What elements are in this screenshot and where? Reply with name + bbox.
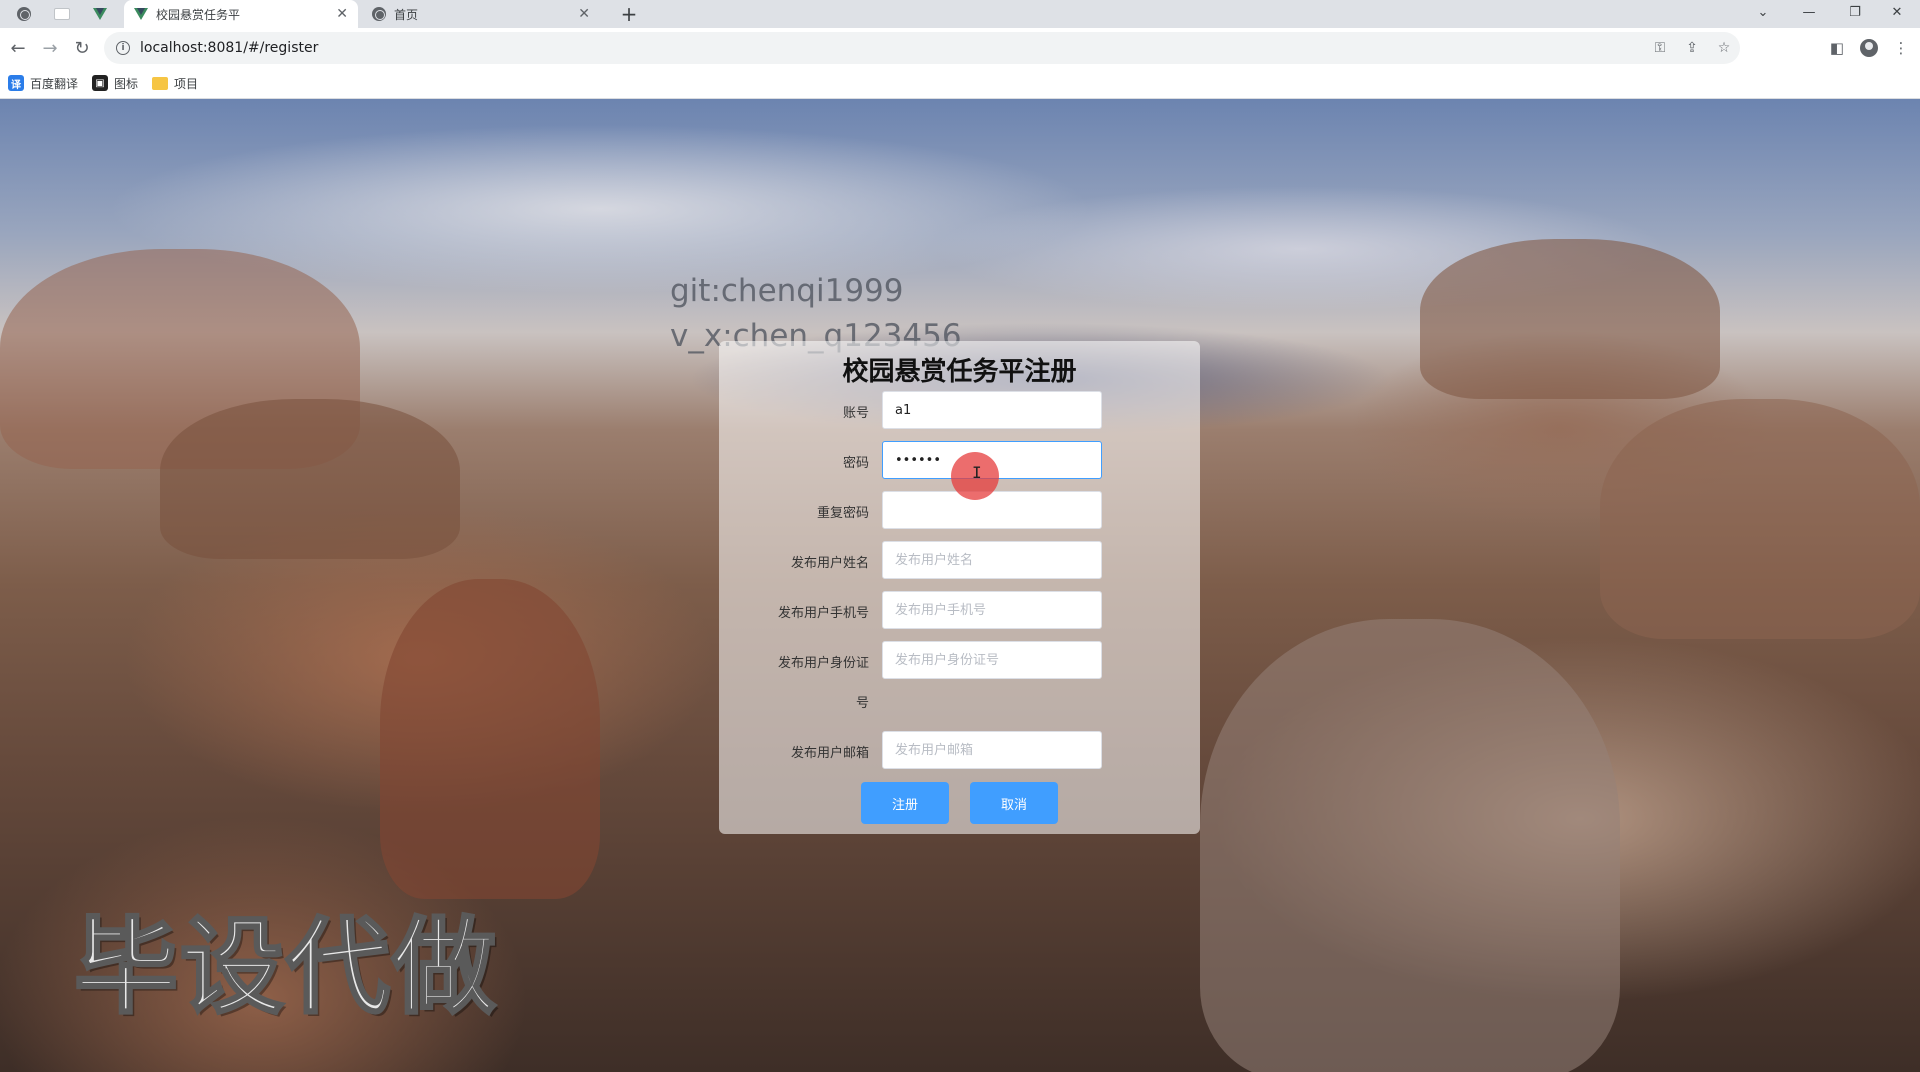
bookmark-label: 项目	[174, 76, 199, 91]
publisher-id-input[interactable]	[882, 641, 1102, 679]
background-rock	[1600, 399, 1920, 639]
tab-search-icon[interactable]: ⌄	[1740, 0, 1786, 24]
minimize-icon[interactable]: —	[1786, 0, 1832, 24]
account-input[interactable]	[882, 391, 1102, 429]
register-page: git:chenqi1999 v_x:chen_q123456 校园悬赏任务平注…	[0, 99, 1920, 1072]
publisher-name-label: 发布用户姓名	[790, 556, 869, 571]
forward-arrow-icon[interactable]: →	[38, 36, 62, 60]
close-tab-icon[interactable]: ✕	[578, 6, 590, 22]
publisher-id-label-line2: 号	[855, 696, 869, 711]
tab-strip: 校园悬赏任务平 ✕ 首页 ✕ + ⌄ — ❐ ✕	[0, 0, 1920, 28]
bookmark-label: 图标	[114, 76, 139, 91]
info-icon[interactable]: i	[116, 41, 130, 55]
publisher-id-label: 发布用户身份证	[777, 656, 869, 671]
background-rock	[160, 399, 460, 559]
avatar-icon	[1860, 39, 1878, 57]
publisher-email-label: 发布用户邮箱	[790, 746, 869, 761]
tab-home[interactable]: 首页 ✕	[362, 0, 600, 28]
new-tab-button[interactable]: +	[616, 2, 642, 26]
share-icon[interactable]: ⇪	[1676, 40, 1708, 56]
vue-logo-icon	[93, 8, 107, 20]
publisher-phone-label: 发布用户手机号	[777, 606, 869, 621]
translate-icon: 译	[8, 75, 24, 91]
repeat-password-input[interactable]	[882, 491, 1102, 529]
bookmark-folder-project[interactable]: 项目	[152, 75, 198, 92]
form-title: 校园悬赏任务平注册	[842, 357, 1077, 387]
publisher-phone-input[interactable]	[882, 591, 1102, 629]
blank-page-icon	[54, 8, 70, 20]
bookmark-baidu-translate[interactable]: 译 百度翻译	[8, 75, 78, 92]
star-icon[interactable]: ☆	[1708, 40, 1740, 56]
globe-icon	[372, 7, 386, 21]
folder-icon	[152, 76, 169, 90]
publisher-email-input[interactable]	[882, 731, 1102, 769]
account-label: 账号	[842, 406, 869, 421]
bookmark-label: 百度翻译	[30, 76, 79, 91]
text-cursor-icon: I	[972, 463, 982, 482]
address-bar[interactable]: i localhost:8081/#/register ⚿ ⇪ ☆	[104, 32, 1740, 64]
bookmark-icons[interactable]: ▣ 图标	[92, 75, 138, 92]
reload-icon[interactable]: ↻	[70, 36, 94, 60]
back-arrow-icon[interactable]: ←	[6, 36, 30, 60]
close-tab-icon[interactable]: ✕	[336, 6, 348, 22]
register-button[interactable]: 注册	[861, 782, 949, 824]
tab-title: 首页	[394, 7, 419, 22]
password-label: 密码	[842, 456, 869, 471]
bookmarks-bar: 译 百度翻译 ▣ 图标 项目	[0, 68, 1920, 99]
publisher-name-input[interactable]	[882, 541, 1102, 579]
profile-button[interactable]	[1857, 36, 1881, 60]
url-text[interactable]: localhost:8081/#/register	[140, 40, 318, 56]
background-rock	[1200, 619, 1620, 1072]
tab-register[interactable]: 校园悬赏任务平 ✕	[124, 0, 358, 28]
pinned-tab-3[interactable]	[84, 2, 116, 26]
iconfont-icon: ▣	[92, 75, 109, 91]
side-panel-icon[interactable]: ◧	[1825, 36, 1849, 60]
restore-icon[interactable]: ❐	[1832, 0, 1878, 24]
watermark-git: git:chenqi1999	[670, 273, 904, 309]
pinned-tab-2[interactable]	[46, 2, 78, 26]
close-window-icon[interactable]: ✕	[1874, 0, 1920, 24]
key-icon[interactable]: ⚿	[1644, 40, 1676, 56]
watermark-large: 毕设代做	[72, 905, 499, 1030]
pinned-tab-1[interactable]	[8, 2, 40, 26]
menu-icon[interactable]: ⋮	[1889, 36, 1913, 60]
tab-title: 校园悬赏任务平	[156, 7, 241, 22]
globe-icon	[17, 7, 31, 21]
browser-toolbar: ← → ↻ i localhost:8081/#/register ⚿ ⇪ ☆ …	[0, 28, 1920, 68]
register-form: 校园悬赏任务平注册 账号 密码 重复密码 发布用户姓名 发布用户手机号 发布用户…	[719, 341, 1200, 834]
vue-logo-icon	[134, 8, 148, 20]
background-rock	[380, 579, 600, 899]
background-rock	[1420, 239, 1720, 399]
repeat-password-label: 重复密码	[816, 506, 869, 521]
cancel-button[interactable]: 取消	[970, 782, 1058, 824]
